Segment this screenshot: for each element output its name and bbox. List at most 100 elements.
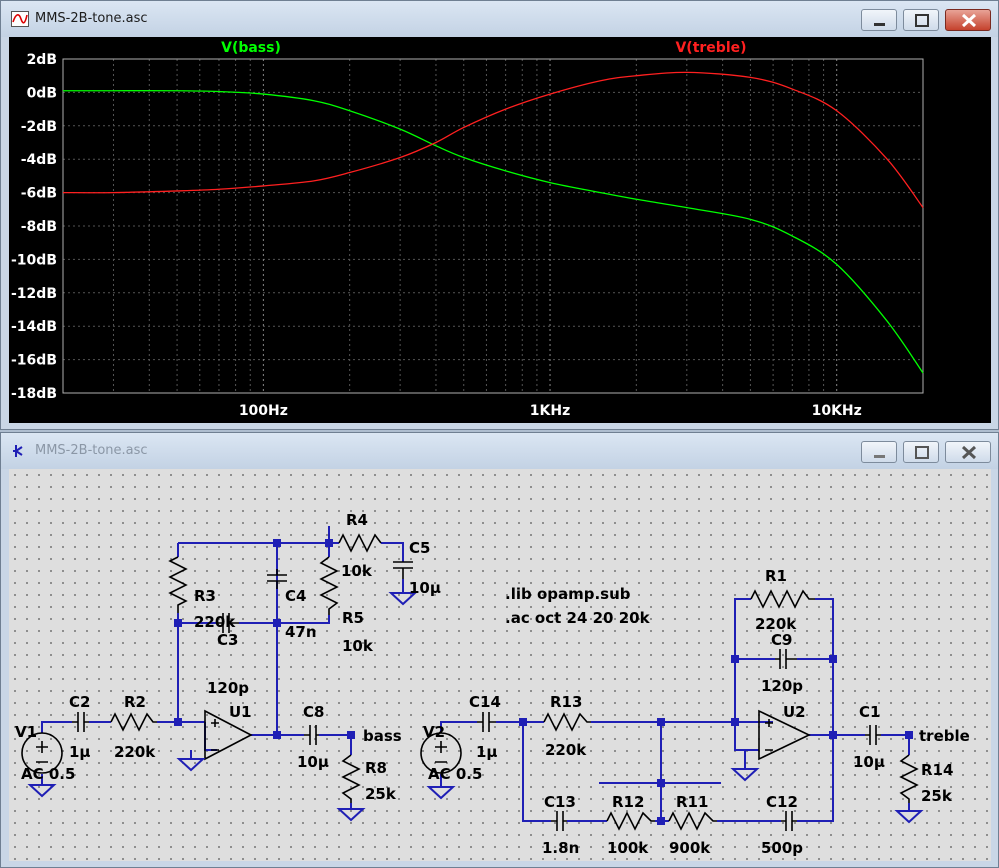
label-r3-value: 220k <box>194 613 236 631</box>
label-c12-value: 500p <box>761 839 803 857</box>
label-r13: R13 <box>550 693 582 711</box>
label-c2-value: 1µ <box>69 743 90 761</box>
r14-resistor <box>899 754 919 803</box>
waveform-titlebar[interactable]: MMS-2B-tone.asc <box>1 1 998 37</box>
label-r8-value: 25k <box>365 785 397 803</box>
label-c8: C8 <box>303 703 324 721</box>
label-r5-value: 10k <box>342 637 374 655</box>
label-c3-value: 120p <box>207 679 249 697</box>
ground-icon <box>896 810 922 823</box>
label-r4-value: 10k <box>341 562 373 580</box>
trace-bass <box>62 90 924 374</box>
r3-resistor <box>168 556 188 613</box>
label-v1: V1 <box>15 723 37 741</box>
label-r3: R3 <box>194 587 216 605</box>
spice-directive-ac: .ac oct 24 20 20k <box>505 609 651 627</box>
y-tick-label: -18dB <box>11 386 57 402</box>
x-tick-label: 100Hz <box>239 403 288 419</box>
schematic-titlebar[interactable]: MMS-2B-tone.asc <box>1 433 998 469</box>
plot-pane[interactable]: 2dB 0dB -2dB -4dB -6dB -8dB -10dB -12dB -14dB -16… <box>9 37 991 423</box>
y-tick-label: -8dB <box>21 219 57 235</box>
ground-icon <box>338 808 364 821</box>
waveform-window: MMS-2B-tone.asc 2dB 0dB -2dB -4dB -6dB -8dB -1… <box>0 0 999 430</box>
c14-capacitor <box>477 712 496 732</box>
schematic-canvas[interactable]: V1 AC 0.5 C2 1µ R2 220k R3 220k C3 120p … <box>9 469 991 861</box>
y-axis-ticks: 2dB 0dB -2dB -4dB -6dB -8dB -10dB -12dB -14dB -16… <box>11 52 57 402</box>
label-u1: U1 <box>229 703 252 721</box>
label-c13-value: 1.8n <box>542 839 579 857</box>
label-c9-value: 120p <box>761 677 803 695</box>
r8-resistor <box>341 754 361 803</box>
label-r5: R5 <box>342 609 364 627</box>
component-labels: V1 AC 0.5 C2 1µ R2 220k R3 220k C3 120p … <box>15 511 970 857</box>
r5-resistor <box>319 556 339 615</box>
maximize-button[interactable] <box>903 441 939 463</box>
c8-capacitor <box>304 725 319 745</box>
label-c2: C2 <box>69 693 90 711</box>
label-r11: R11 <box>676 793 708 811</box>
schematic-drawing[interactable]: V1 AC 0.5 C2 1µ R2 220k R3 220k C3 120p … <box>9 469 991 861</box>
spice-directive-lib: .lib opamp.sub <box>505 585 631 603</box>
label-r8: R8 <box>365 759 387 777</box>
schematic-app-icon <box>13 445 23 457</box>
label-c3: C3 <box>217 631 238 649</box>
ground-icon <box>178 758 204 771</box>
schematic-window-title: MMS-2B-tone.asc <box>35 443 148 458</box>
y-tick-label: -12dB <box>11 286 57 302</box>
minimize-button[interactable] <box>861 441 897 463</box>
r4-resistor <box>338 533 382 553</box>
label-c1: C1 <box>859 703 880 721</box>
label-r4: R4 <box>346 511 368 529</box>
minimize-icon <box>874 455 885 458</box>
label-r2: R2 <box>124 693 146 711</box>
label-v2-value: AC 0.5 <box>428 765 482 783</box>
x-axis-ticks: 100Hz 1KHz 10KHz <box>239 403 862 419</box>
maximize-button[interactable] <box>903 9 939 31</box>
y-tick-label: 0dB <box>27 85 57 101</box>
c13-capacitor <box>551 811 567 831</box>
maximize-icon <box>915 446 929 459</box>
label-r14: R14 <box>921 761 953 779</box>
legend-bass: V(bass) <box>221 40 281 56</box>
y-tick-label: -16dB <box>11 353 57 369</box>
close-icon <box>961 13 977 28</box>
label-c14: C14 <box>469 693 501 711</box>
r2-resistor <box>110 712 157 732</box>
waveform-app-icon <box>11 11 29 27</box>
c5-capacitor <box>393 561 413 579</box>
r11-resistor <box>668 811 717 831</box>
label-c5-value: 10µ <box>409 579 441 597</box>
label-c9: C9 <box>771 631 792 649</box>
net-label-bass: bass <box>363 727 402 745</box>
bode-plot[interactable]: 2dB 0dB -2dB -4dB -6dB -8dB -10dB -12dB -14dB -16… <box>9 37 991 423</box>
label-r13-value: 220k <box>545 741 587 759</box>
label-c8-value: 10µ <box>297 753 329 771</box>
label-r2-value: 220k <box>114 743 156 761</box>
r13-resistor <box>543 712 591 732</box>
label-c5: C5 <box>409 539 430 557</box>
c9-capacitor <box>775 649 797 669</box>
c1-capacitor <box>865 725 881 745</box>
label-c4: C4 <box>285 587 306 605</box>
y-tick-label: -10dB <box>11 252 57 268</box>
maximize-icon <box>915 14 929 27</box>
label-r1: R1 <box>765 567 787 585</box>
schematic-window: MMS-2B-tone.asc V1 AC 0.5 C2 1µ R2 220k … <box>0 432 999 868</box>
legend-treble: V(treble) <box>675 40 746 56</box>
trace-lines <box>62 71 924 374</box>
label-r14-value: 25k <box>921 787 953 805</box>
y-tick-label: -4dB <box>21 152 57 168</box>
r1-resistor <box>750 589 815 609</box>
label-r12: R12 <box>612 793 644 811</box>
label-c12: C12 <box>766 793 798 811</box>
label-v2: V2 <box>423 723 445 741</box>
c2-capacitor <box>72 712 89 732</box>
label-c1-value: 10µ <box>853 753 885 771</box>
ground-icon <box>732 768 758 781</box>
x-tick-label: 10KHz <box>812 403 862 419</box>
minimize-button[interactable] <box>861 9 897 31</box>
label-r11-value: 900k <box>669 839 711 857</box>
close-button[interactable] <box>945 9 991 31</box>
minimize-icon <box>874 23 885 26</box>
close-button[interactable] <box>945 441 991 463</box>
